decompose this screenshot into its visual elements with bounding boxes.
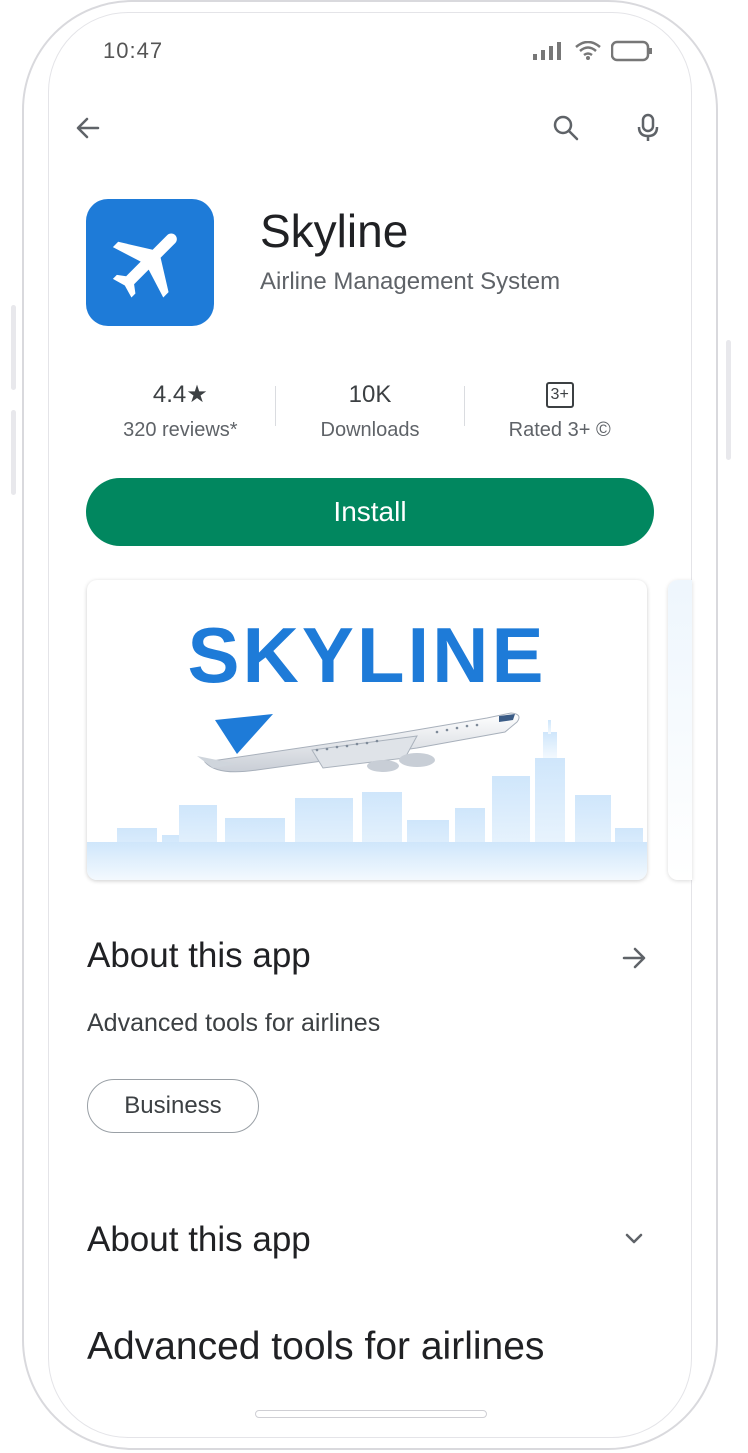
chevron-down-icon xyxy=(625,1233,643,1244)
search-button[interactable] xyxy=(544,106,588,150)
app-name: Skyline xyxy=(260,205,409,257)
about-description: Advanced tools for airlines xyxy=(87,1009,381,1037)
content-rating-label: Rated 3+ © xyxy=(508,418,611,441)
expand-button[interactable] xyxy=(612,1216,656,1260)
volume-button xyxy=(11,305,16,390)
power-button xyxy=(726,340,731,460)
status-icons xyxy=(531,40,653,62)
screenshot-card[interactable]: SKYLINE xyxy=(87,580,647,880)
content-rating-stat[interactable]: 3+ Rated 3+ © xyxy=(465,370,654,450)
screenshot-card-next[interactable] xyxy=(668,580,692,880)
reviews-count: 320 reviews* xyxy=(123,418,238,441)
voice-search-button[interactable] xyxy=(626,106,670,150)
app-stats: 4.4★ 320 reviews* 10K Downloads 3+ Rated… xyxy=(86,370,654,450)
volume-button xyxy=(11,410,16,495)
status-time: 10:47 xyxy=(103,38,164,63)
battery-icon xyxy=(611,40,652,62)
about-section-title-2[interactable]: About this app xyxy=(87,1220,311,1260)
skyline-illustration xyxy=(87,712,647,880)
about-expand-button[interactable] xyxy=(612,936,656,980)
arrow-forward-icon xyxy=(622,947,646,969)
arrow-back-icon xyxy=(76,117,100,139)
category-chip[interactable]: Business xyxy=(87,1079,259,1133)
about-description-2: Advanced tools for airlines xyxy=(87,1325,545,1368)
downloads-stat: 10K Downloads xyxy=(276,370,465,450)
app-subtitle: Airline Management System xyxy=(260,268,561,295)
back-button[interactable] xyxy=(66,106,110,150)
install-button[interactable]: Install xyxy=(86,478,654,546)
rating-stat[interactable]: 4.4★ 320 reviews* xyxy=(86,370,275,450)
search-icon xyxy=(553,115,579,141)
signal-icon xyxy=(533,42,561,60)
home-indicator[interactable] xyxy=(255,1410,487,1418)
rating-value: 4.4★ xyxy=(152,381,208,408)
about-section-title[interactable]: About this app xyxy=(87,936,311,976)
app-icon xyxy=(86,199,214,326)
wifi-icon xyxy=(575,41,601,60)
downloads-label: Downloads xyxy=(320,418,420,441)
airplane-icon xyxy=(112,233,177,297)
downloads-value: 10K xyxy=(348,380,392,408)
content-rating-badge: 3+ xyxy=(545,381,574,408)
mic-icon xyxy=(637,113,659,141)
